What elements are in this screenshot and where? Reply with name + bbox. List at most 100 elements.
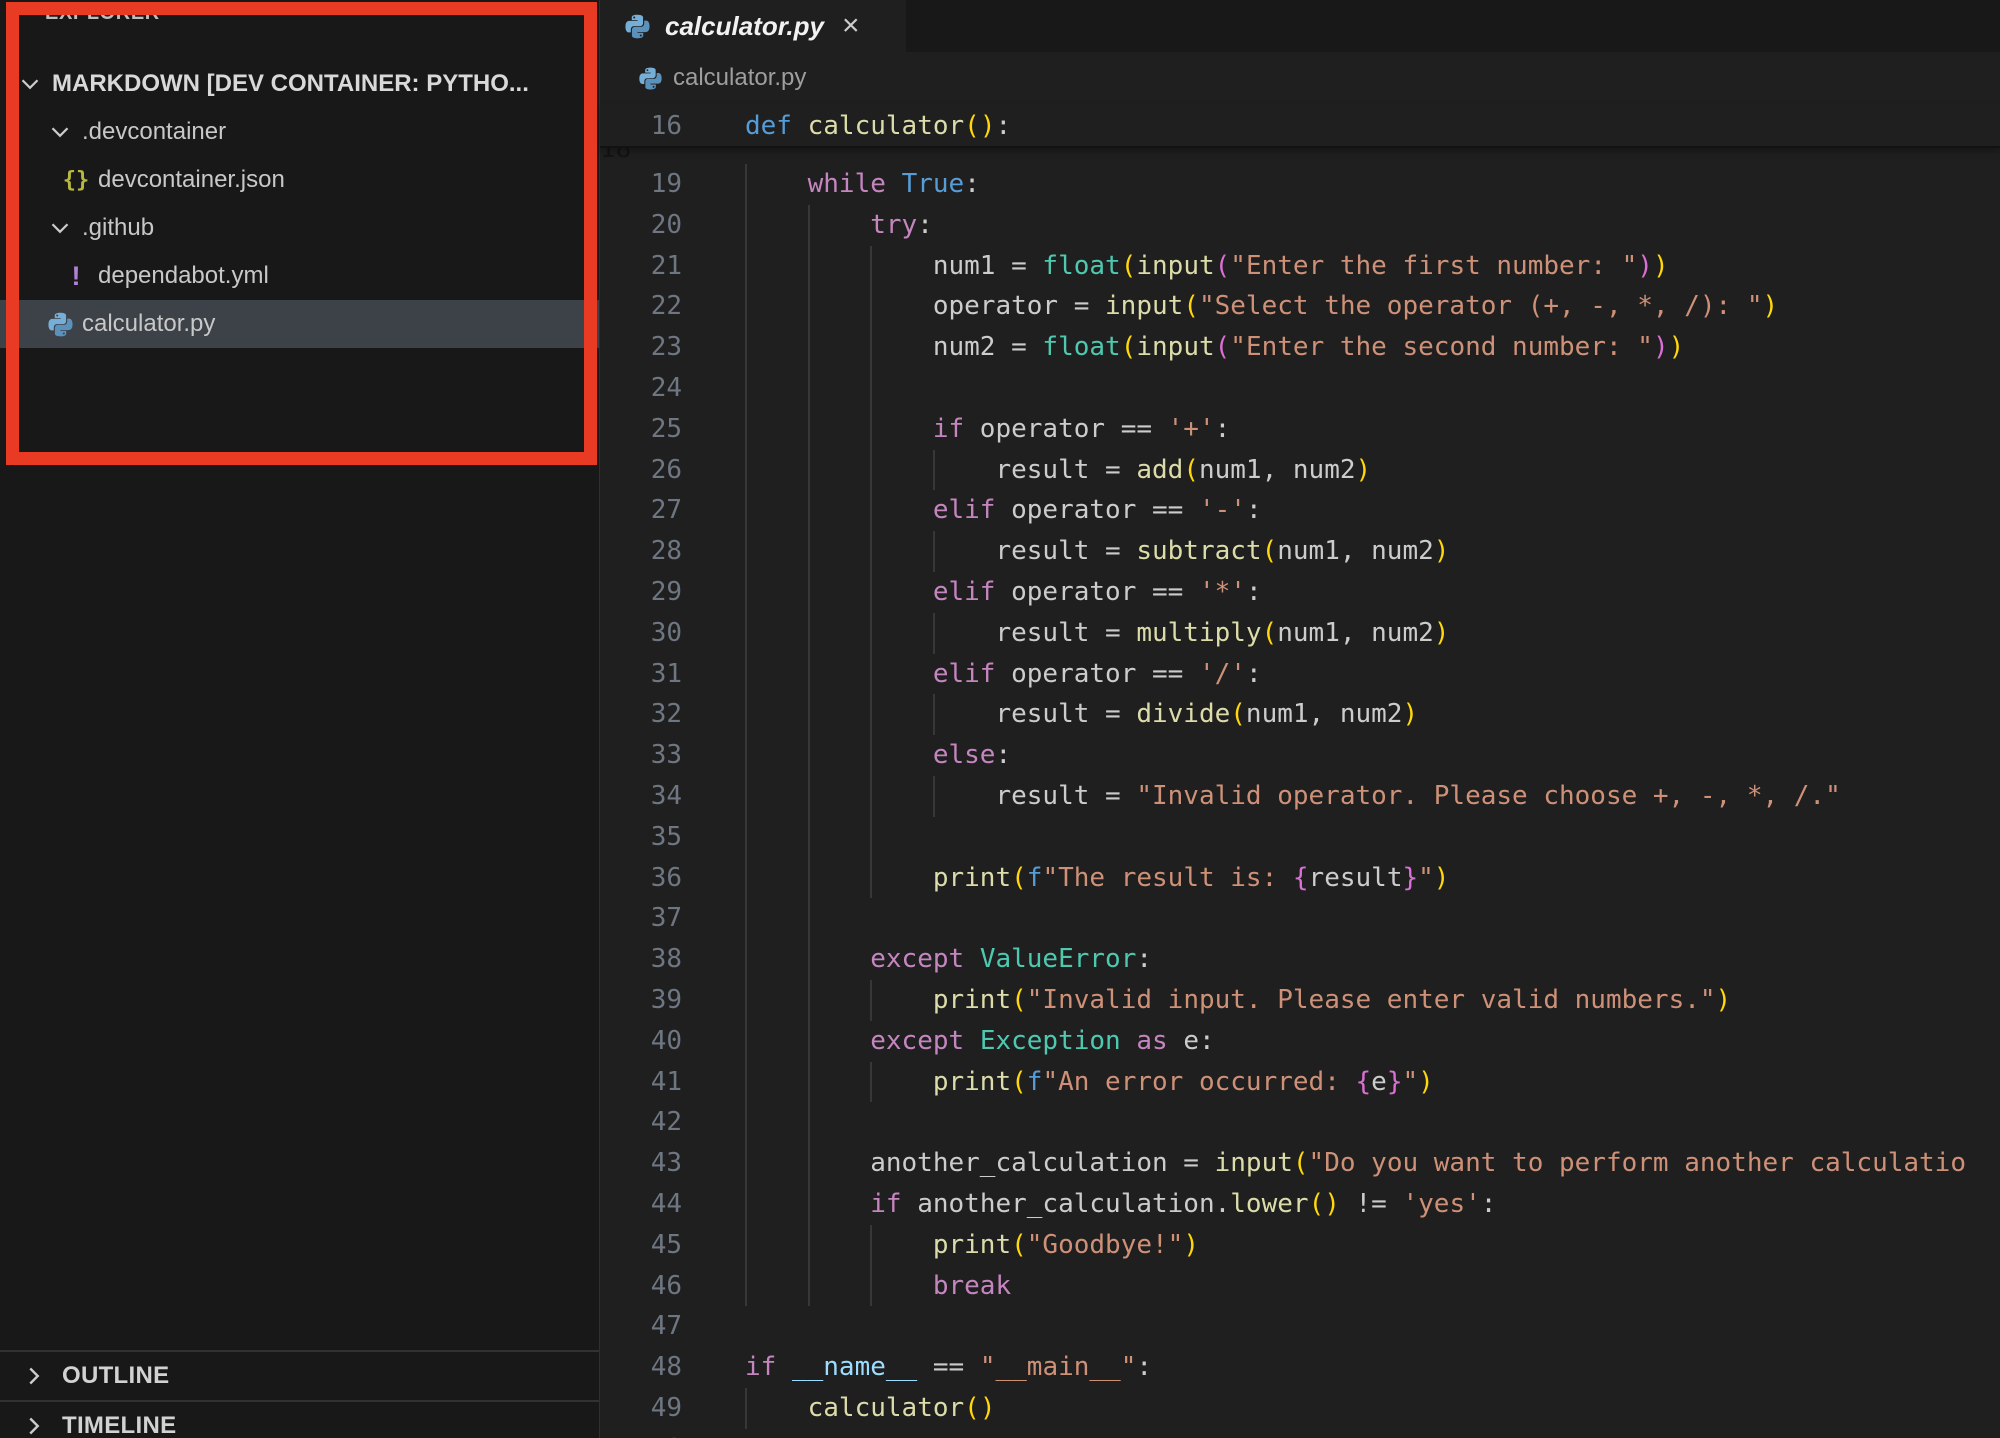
code-line-20[interactable]: 20 try:	[600, 205, 2000, 246]
timeline-section-header[interactable]: TIMELINE	[0, 1400, 599, 1438]
code-line-25[interactable]: 25 if operator == '+':	[600, 409, 2000, 450]
code-line-23[interactable]: 23 num2 = float(input("Enter the second …	[600, 327, 2000, 368]
sticky-scroll-line[interactable]: 16 def calculator():	[600, 104, 2000, 148]
breadcrumb: calculator.py	[600, 52, 2000, 104]
code-area[interactable]: 19 while True:20 try:21 num1 = float(inp…	[600, 164, 2000, 1438]
code-line-38[interactable]: 38 except ValueError:	[600, 939, 2000, 980]
code-line-31[interactable]: 31 elif operator == '/':	[600, 654, 2000, 695]
code-line-36[interactable]: 36 print(f"The result is: {result}")	[600, 858, 2000, 899]
code-line-24[interactable]: 24	[600, 368, 2000, 409]
tree-item-label: devcontainer.json	[98, 166, 285, 194]
code-line-35[interactable]: 35	[600, 817, 2000, 858]
chevron-down-icon	[44, 120, 76, 144]
line-content: another_calculation = input("Do you want…	[700, 1143, 2000, 1184]
explorer-title: EXPLORER	[45, 2, 160, 25]
code-line-43[interactable]: 43 another_calculation = input("Do you w…	[600, 1143, 2000, 1184]
chevron-right-icon	[22, 1414, 46, 1438]
chevron-down-icon	[44, 216, 76, 240]
editor-area: calculator.py × calculator.py 16 def cal…	[600, 0, 2000, 1438]
code-line-27[interactable]: 27 elif operator == '-':	[600, 490, 2000, 531]
code-line-32[interactable]: 32 result = divide(num1, num2)	[600, 694, 2000, 735]
code-line-37[interactable]: 37	[600, 898, 2000, 939]
code-line-46[interactable]: 46 break	[600, 1266, 2000, 1307]
line-content	[700, 1306, 2000, 1347]
tree-item-file-devcontainer-json[interactable]: {}devcontainer.json	[0, 156, 599, 204]
line-content: print(f"An error occurred: {e}")	[700, 1062, 2000, 1103]
code-line-26[interactable]: 26 result = add(num1, num2)	[600, 450, 2000, 491]
line-number: 34	[600, 776, 700, 817]
code-line-19[interactable]: 19 while True:	[600, 164, 2000, 205]
line-number: 43	[600, 1143, 700, 1184]
tree-item-folder-devcontainer[interactable]: .devcontainer	[0, 108, 599, 156]
more-actions-icon[interactable]: ···	[521, 0, 557, 26]
line-content: result = subtract(num1, num2)	[700, 531, 2000, 572]
code-line-39[interactable]: 39 print("Invalid input. Please enter va…	[600, 980, 2000, 1021]
tree-item-label: .github	[82, 214, 154, 242]
line-content: break	[700, 1266, 2000, 1307]
tree-item-file-calculator-py[interactable]: calculator.py	[0, 300, 599, 348]
tree-item-label: calculator.py	[82, 310, 215, 338]
chevron-right-icon	[22, 1364, 46, 1388]
code-line-49[interactable]: 49 calculator()	[600, 1388, 2000, 1429]
yaml-file-icon: !	[60, 261, 92, 292]
breadcrumb-item[interactable]: calculator.py	[673, 64, 806, 92]
outline-section-header[interactable]: OUTLINE	[0, 1350, 599, 1400]
line-content: elif operator == '*':	[700, 572, 2000, 613]
line-number: 39	[600, 980, 700, 1021]
code-line-21[interactable]: 21 num1 = float(input("Enter the first n…	[600, 246, 2000, 287]
line-number: 45	[600, 1225, 700, 1266]
json-file-icon: {}	[60, 168, 92, 193]
code-line-28[interactable]: 28 result = subtract(num1, num2)	[600, 531, 2000, 572]
tab-bar: calculator.py ×	[600, 0, 2000, 52]
line-content: num1 = float(input("Enter the first numb…	[700, 246, 2000, 287]
code-line-40[interactable]: 40 except Exception as e:	[600, 1021, 2000, 1062]
line-number: 35	[600, 817, 700, 858]
python-icon	[638, 66, 663, 91]
line-number: 31	[600, 654, 700, 695]
outline-label: OUTLINE	[62, 1362, 169, 1390]
sticky-line-number: 16	[600, 104, 700, 146]
tree-item-folder-github[interactable]: .github	[0, 204, 599, 252]
line-content: num2 = float(input("Enter the second num…	[700, 327, 2000, 368]
line-content: calculator()	[700, 1388, 2000, 1429]
code-line-30[interactable]: 30 result = multiply(num1, num2)	[600, 613, 2000, 654]
code-line-22[interactable]: 22 operator = input("Select the operator…	[600, 286, 2000, 327]
line-content	[700, 1429, 2000, 1438]
close-icon[interactable]: ×	[842, 11, 860, 41]
code-line-45[interactable]: 45 print("Goodbye!")	[600, 1225, 2000, 1266]
python-icon	[44, 311, 76, 338]
line-content: while True:	[700, 164, 2000, 205]
code-line-48[interactable]: 48if __name__ == "__main__":	[600, 1347, 2000, 1388]
file-tree: MARKDOWN [DEV CONTAINER: PYTHO... .devcon…	[0, 60, 599, 348]
tree-item-label: MARKDOWN [DEV CONTAINER: PYTHO...	[52, 70, 529, 98]
code-line-50[interactable]: 50	[600, 1429, 2000, 1438]
line-number: 48	[600, 1347, 700, 1388]
line-number: 46	[600, 1266, 700, 1307]
line-number: 44	[600, 1184, 700, 1225]
code-line-34[interactable]: 34 result = "Invalid operator. Please ch…	[600, 776, 2000, 817]
line-content: result = add(num1, num2)	[700, 450, 2000, 491]
line-number: 27	[600, 490, 700, 531]
line-content: except ValueError:	[700, 939, 2000, 980]
tree-item-file-dependabot-yml[interactable]: !dependabot.yml	[0, 252, 599, 300]
line-content: result = "Invalid operator. Please choos…	[700, 776, 2000, 817]
line-content	[700, 817, 2000, 858]
line-number: 28	[600, 531, 700, 572]
code-line-42[interactable]: 42	[600, 1102, 2000, 1143]
timeline-label: TIMELINE	[62, 1412, 176, 1438]
line-number: 38	[600, 939, 700, 980]
code-line-29[interactable]: 29 elif operator == '*':	[600, 572, 2000, 613]
chevron-down-icon	[14, 72, 46, 96]
line-content: print("Invalid input. Please enter valid…	[700, 980, 2000, 1021]
code-line-47[interactable]: 47	[600, 1306, 2000, 1347]
line-number: 19	[600, 164, 700, 205]
line-number: 37	[600, 898, 700, 939]
tab-calculator-py[interactable]: calculator.py ×	[600, 0, 906, 52]
code-line-44[interactable]: 44 if another_calculation.lower() != 'ye…	[600, 1184, 2000, 1225]
line-number: 42	[600, 1102, 700, 1143]
line-content: elif operator == '-':	[700, 490, 2000, 531]
code-line-41[interactable]: 41 print(f"An error occurred: {e}")	[600, 1062, 2000, 1103]
line-number: 50	[600, 1429, 700, 1438]
code-line-33[interactable]: 33 else:	[600, 735, 2000, 776]
tree-item-root-markdown[interactable]: MARKDOWN [DEV CONTAINER: PYTHO...	[0, 60, 599, 108]
